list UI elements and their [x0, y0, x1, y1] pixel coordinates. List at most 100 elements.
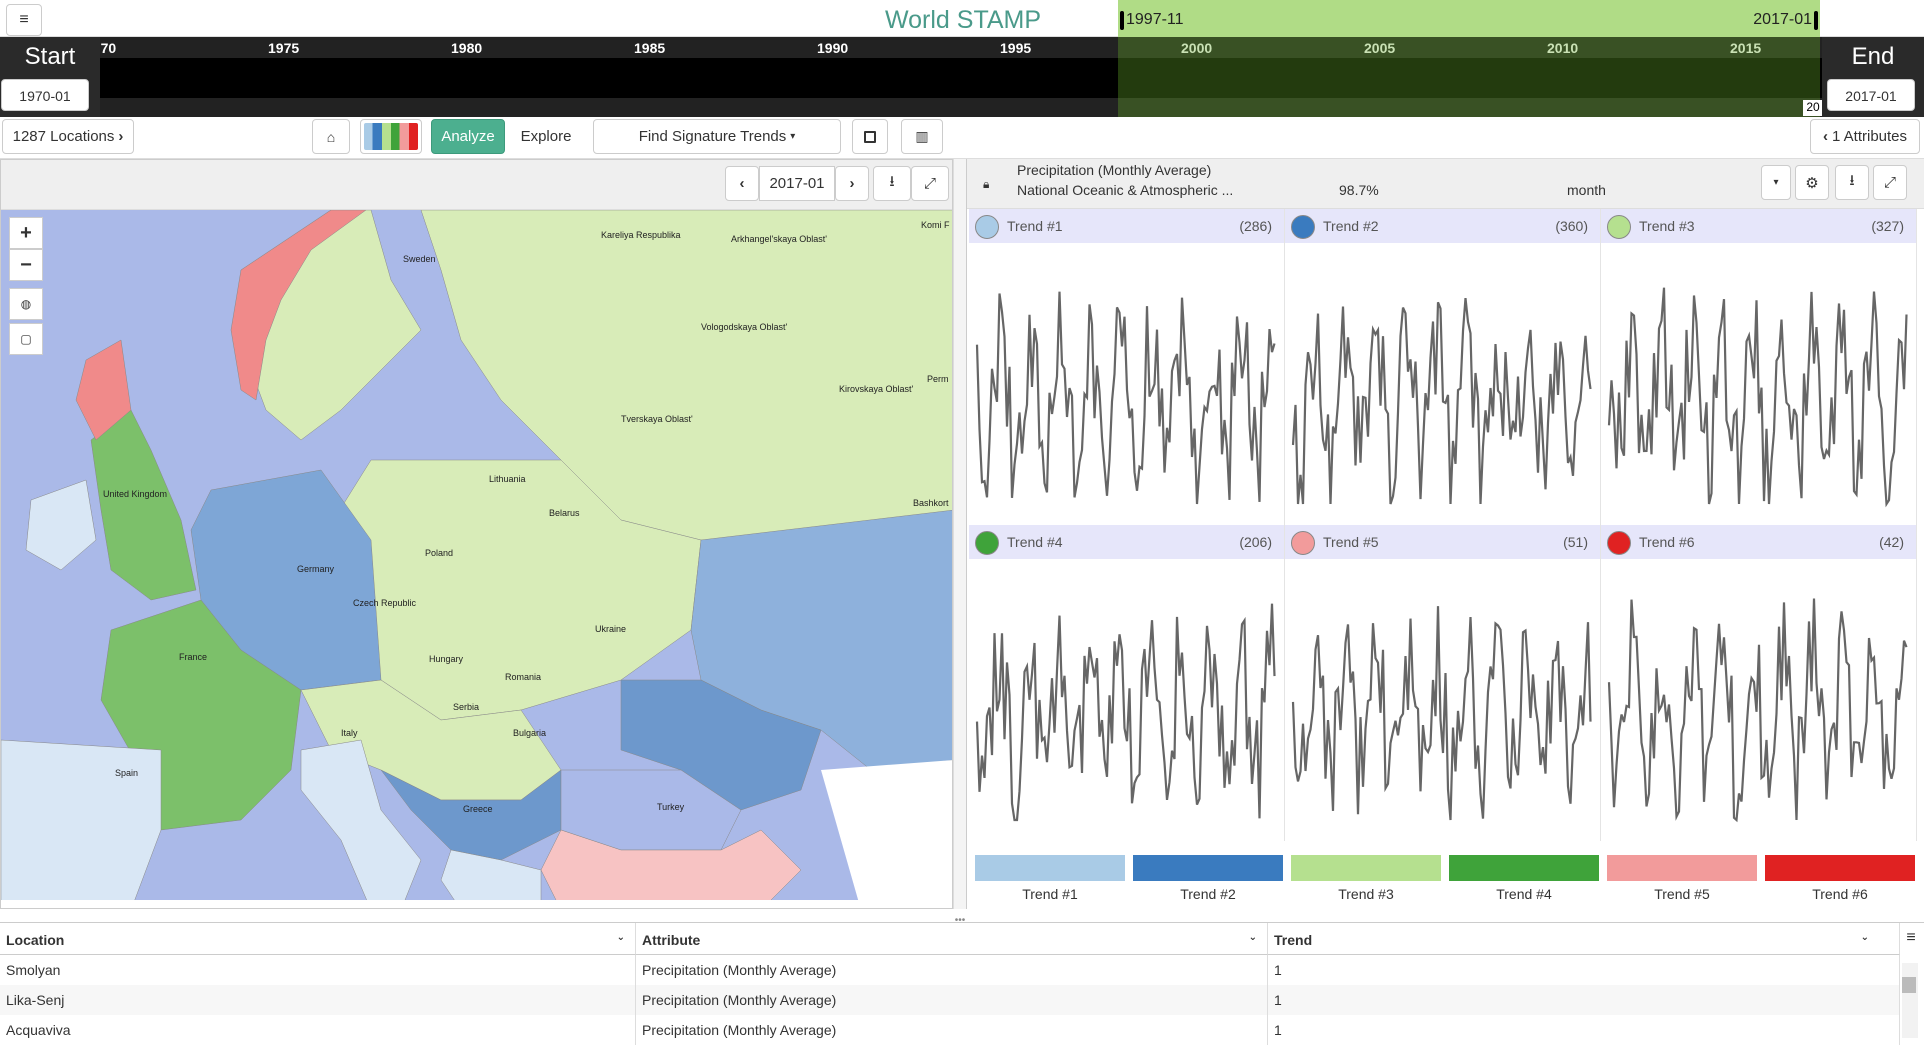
legend-swatch[interactable] — [1765, 855, 1915, 881]
lock-icon[interactable]: 🔒︎ — [983, 177, 989, 192]
attribute-name: Precipitation (Monthly Average) — [1017, 162, 1212, 178]
table-row[interactable]: Smolyan Precipitation (Monthly Average) 1 — [0, 955, 1900, 985]
header-label: Trend — [1274, 932, 1313, 948]
gear-icon: ⚙ — [1805, 174, 1819, 192]
trend-color-swatch[interactable] — [1607, 215, 1631, 239]
panel-splitter[interactable] — [953, 159, 966, 909]
end-label: End — [1851, 43, 1895, 70]
map-label: Kareliya Respublika — [601, 230, 681, 240]
map-date-field[interactable]: 2017-01 — [759, 166, 835, 201]
trend-line — [1291, 297, 1592, 505]
chart-fullscreen-button[interactable]: ⤢ — [1873, 165, 1907, 200]
end-date-field[interactable]: 2017-01 — [1827, 79, 1915, 111]
trend-color-swatch[interactable] — [1291, 215, 1315, 239]
chart-dropdown-button[interactable]: ▾ — [1761, 165, 1791, 200]
trend-color-swatch[interactable] — [1607, 531, 1631, 555]
legend-swatch[interactable] — [1607, 855, 1757, 881]
next-date-button[interactable]: › — [835, 166, 869, 201]
map-icon: ▥ — [915, 128, 929, 144]
chevron-down-icon[interactable]: ⌄ — [1249, 932, 1257, 943]
trend-count: (42) — [1879, 534, 1904, 550]
home-button[interactable]: ⌂ — [312, 119, 350, 154]
menu-button[interactable]: ≡ — [6, 4, 42, 36]
timeline-start: Start 1970-01 — [0, 37, 100, 117]
zoom-out-button[interactable]: − — [9, 249, 43, 281]
analyze-button[interactable]: Analyze — [431, 119, 505, 154]
select-box-button[interactable]: ▢ — [9, 323, 43, 355]
trend-line — [975, 291, 1276, 505]
map-label: Germany — [297, 564, 335, 574]
attributes-button[interactable]: ‹ 1 Attributes — [1810, 119, 1920, 154]
map-header: ‹ 2017-01 › ⭳ ⤢ — [1, 160, 952, 210]
download-icon: ⭳ — [1849, 172, 1855, 189]
legend-swatch[interactable] — [1291, 855, 1441, 881]
find-signature-trends-dropdown[interactable]: Find Signature Trends ▾ — [593, 119, 841, 154]
map-label: Tverskaya Oblast' — [621, 414, 693, 424]
selection-end-label: 2017-01 — [1753, 11, 1812, 28]
home-icon: ⌂ — [326, 128, 336, 145]
legend-swatch[interactable] — [1133, 855, 1283, 881]
prev-date-button[interactable]: ‹ — [725, 166, 759, 201]
trend-color-swatch[interactable] — [975, 531, 999, 555]
timeline-selection-range[interactable]: 1997-11 2017-01 — [1118, 0, 1820, 37]
column-header-location[interactable]: Location ⌄ — [0, 923, 636, 955]
save-button[interactable] — [852, 119, 888, 154]
trend-cell[interactable]: Trend #6 (42) — [1601, 525, 1917, 841]
trend-sparkline — [975, 603, 1276, 822]
map-panel: ‹ 2017-01 › ⭳ ⤢ Sweden Kareliya Respubli… — [0, 159, 953, 909]
year-tick: 1985 — [634, 40, 666, 56]
trend-cell[interactable]: Trend #1 (286) — [969, 209, 1285, 525]
trend-cell[interactable]: Trend #4 (206) — [969, 525, 1285, 841]
trend-color-swatch[interactable] — [975, 215, 999, 239]
expand-icon: ⤢ — [923, 175, 936, 192]
scrollbar-thumb[interactable] — [1902, 977, 1916, 993]
table-row[interactable]: Acquaviva Precipitation (Monthly Average)… — [0, 1015, 1900, 1045]
table-scrollbar[interactable] — [1902, 963, 1918, 1038]
map-canvas[interactable]: Sweden Kareliya Respublika Arkhangel'ska… — [1, 210, 953, 909]
region-spain[interactable] — [1, 739, 162, 909]
globe-button[interactable]: ◍ — [9, 288, 43, 320]
locations-button[interactable]: 1287 Locations › — [2, 119, 134, 154]
trend-cell[interactable]: Trend #3 (327) — [1601, 209, 1917, 525]
trend-cell[interactable]: Trend #2 (360) — [1285, 209, 1601, 525]
trend-sparkline — [1607, 287, 1908, 508]
table-row[interactable]: Lika-Senj Precipitation (Monthly Average)… — [0, 985, 1900, 1015]
selection-end-handle[interactable] — [1814, 11, 1818, 30]
map-label: France — [179, 652, 207, 662]
palette-icon — [364, 123, 418, 150]
trend-count: (360) — [1555, 218, 1588, 234]
trend-sparkline — [1291, 606, 1592, 821]
fullscreen-button[interactable]: ⤢ — [911, 166, 949, 201]
toolbar: 1287 Locations › ⌂ Analyze Explore Find … — [0, 117, 1924, 159]
zoom-in-button[interactable]: + — [9, 217, 43, 249]
column-header-attribute[interactable]: Attribute ⌄ — [636, 923, 1268, 955]
trend-cell[interactable]: Trend #5 (51) — [1285, 525, 1601, 841]
legend-swatch[interactable] — [1449, 855, 1599, 881]
chevron-left-icon: ‹ — [739, 175, 745, 192]
explore-button[interactable]: Explore — [505, 119, 587, 154]
settings-button[interactable]: ⚙ — [1795, 165, 1829, 200]
color-scheme-button[interactable] — [360, 119, 422, 154]
map-button[interactable]: ▥ — [901, 119, 943, 154]
chevron-down-icon[interactable]: ⌄ — [1861, 932, 1869, 943]
start-date-field[interactable]: 1970-01 — [1, 79, 89, 111]
caret-down-icon: ▾ — [790, 131, 796, 142]
trend-count: (327) — [1871, 218, 1904, 234]
legend-swatch[interactable] — [975, 855, 1125, 881]
map-label: Kirovskaya Oblast' — [839, 384, 914, 394]
trend-color-swatch[interactable] — [1291, 531, 1315, 555]
legend-label: Trend #1 — [1022, 886, 1078, 902]
download-button[interactable]: ⭳ — [873, 166, 911, 201]
table-cell: Acquaviva — [0, 1015, 636, 1045]
timeline-edge-label: 20 — [1803, 100, 1823, 116]
selection-start-handle[interactable] — [1120, 11, 1124, 30]
chart-download-button[interactable]: ⭳ — [1835, 165, 1869, 200]
year-tick: 1980 — [451, 40, 483, 56]
data-source: National Oceanic & Atmospheric ... — [1017, 182, 1234, 198]
table-menu-icon[interactable]: ≡ — [1900, 929, 1922, 951]
chevron-down-icon[interactable]: ⌄ — [617, 932, 625, 943]
column-header-trend[interactable]: Trend ⌄ — [1268, 923, 1900, 955]
app-title: World STAMP — [885, 6, 1042, 34]
table-cell: 1 — [1268, 955, 1900, 985]
trend-header: Trend #6 (42) — [1601, 525, 1916, 559]
